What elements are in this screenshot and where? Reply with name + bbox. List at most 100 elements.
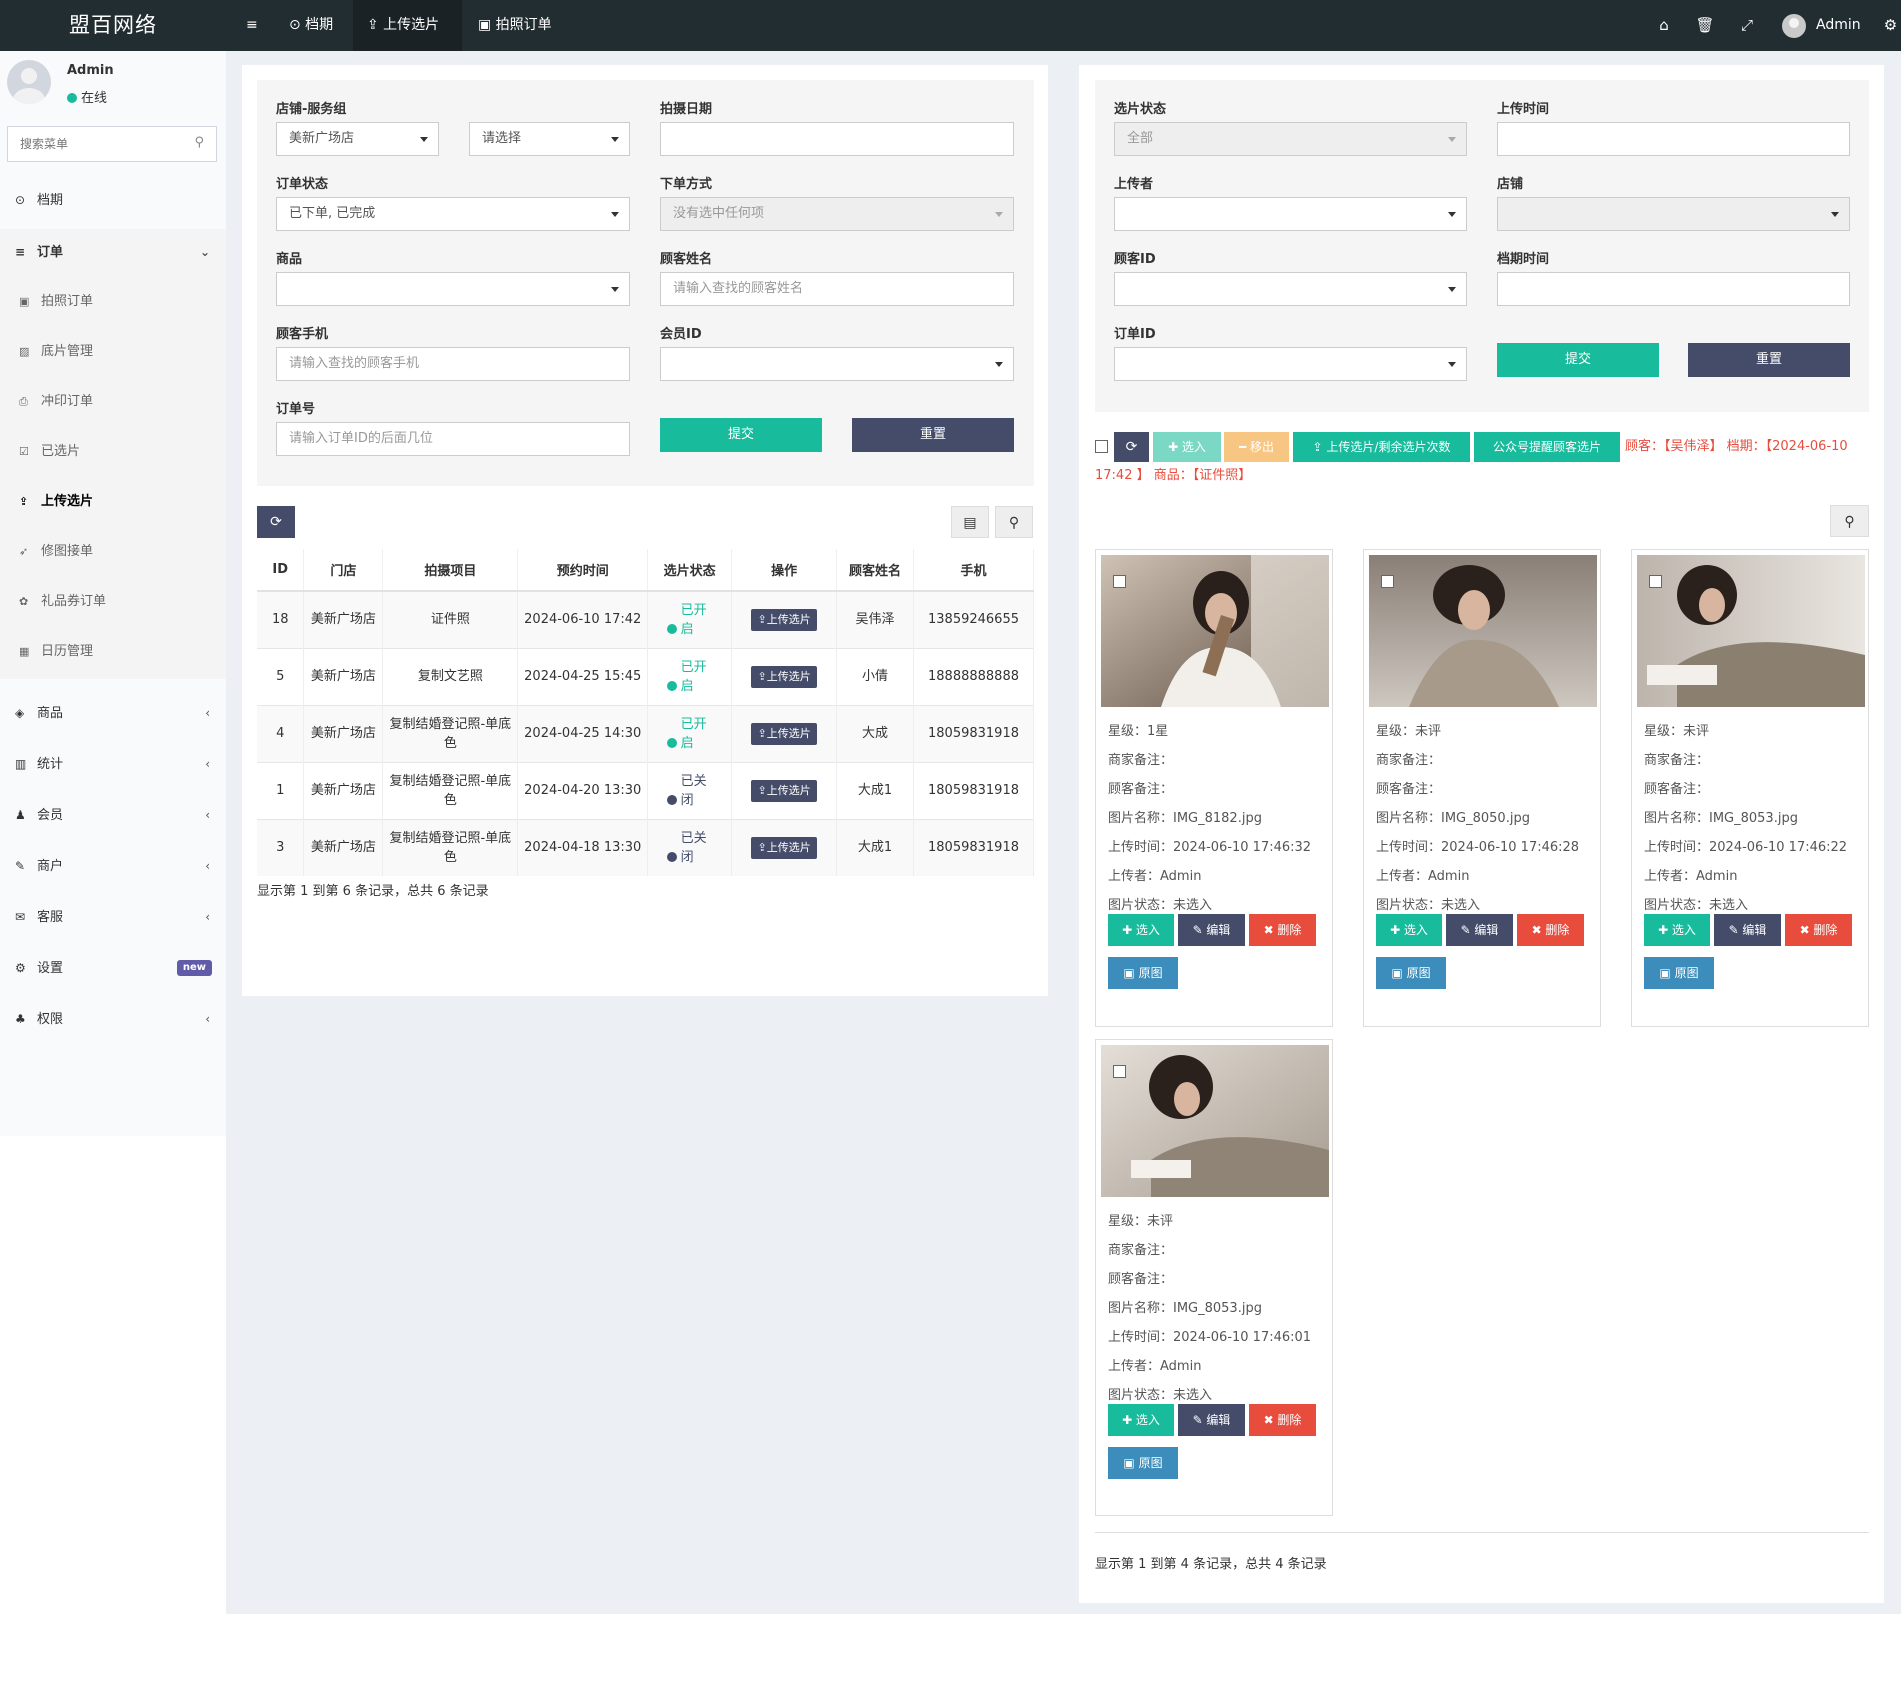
table-row[interactable]: 5 美新广场店 复制文艺照 2024-04-25 15:45 已开启 ⇪上传选片… (257, 647, 1035, 705)
sidebar-sub-print-orders[interactable]: ⎙ 冲印订单 (0, 379, 226, 425)
photo-original-button[interactable]: ▣ 原图 (1108, 957, 1178, 989)
col-phone[interactable]: 手机 (913, 549, 1035, 592)
sidebar-item-service[interactable]: ✉ 客服 ‹ (0, 894, 226, 940)
right-submit-button[interactable]: 提交 (1497, 343, 1659, 377)
shoot-date-input[interactable] (660, 122, 1014, 156)
photo-thumbnail[interactable] (1637, 555, 1865, 707)
photo-delete-button[interactable]: ✖ 删除 (1249, 1404, 1316, 1436)
group-select[interactable]: 请选择 (469, 122, 630, 156)
user-name-top[interactable]: Admin (1816, 0, 1861, 51)
nav-schedule[interactable]: ⊙ 档期 (275, 0, 347, 51)
search-icon[interactable]: ⚲ (194, 135, 204, 150)
nav-upload-select[interactable]: ⇪ 上传选片 (353, 0, 462, 51)
photo-checkbox[interactable] (1113, 575, 1126, 588)
photo-original-button[interactable]: ▣ 原图 (1644, 957, 1714, 989)
menu-search-box[interactable]: ⚲ (7, 126, 217, 162)
photo-thumbnail[interactable] (1101, 1045, 1329, 1197)
table-row[interactable]: 4 美新广场店 复制结婚登记照-单底色 2024-04-25 14:30 已开启… (257, 704, 1035, 762)
submit-button[interactable]: 提交 (660, 418, 822, 452)
sidebar-item-merchants[interactable]: ✎ 商户 ‹ (0, 843, 226, 889)
table-row[interactable]: 1 美新广场店 复制结婚登记照-单底色 2024-04-20 13:30 已关闭… (257, 761, 1035, 819)
col-status[interactable]: 选片状态 (647, 549, 733, 592)
upload-time-input[interactable] (1497, 122, 1850, 156)
upload-select-button[interactable]: ⇪上传选片 (751, 722, 817, 745)
photo-checkbox[interactable] (1381, 575, 1394, 588)
brand-logo[interactable]: 盟百网络 (0, 0, 226, 51)
order-status-select[interactable]: 已下单, 已完成 (276, 197, 630, 231)
photo-checkbox[interactable] (1649, 575, 1662, 588)
photo-thumbnail[interactable] (1101, 555, 1329, 707)
photo-edit-button[interactable]: ✎ 编辑 (1178, 1404, 1245, 1436)
col-time[interactable]: 预约时间 (517, 549, 649, 592)
col-action[interactable]: 操作 (731, 549, 838, 592)
customer-name-input[interactable]: 请输入查找的顾客姓名 (660, 272, 1014, 306)
sidebar-sub-retouch[interactable]: ➶ 修图接单 (0, 529, 226, 575)
photo-card[interactable]: 星级：1星 商家备注： 顾客备注： 图片名称：IMG_8182.jpg 上传时间… (1095, 549, 1333, 1027)
col-store[interactable]: 门店 (303, 549, 384, 592)
table-row[interactable]: 18 美新广场店 证件照 2024-06-10 17:42 已开启 ⇪上传选片 … (257, 590, 1035, 648)
member-id-select[interactable] (660, 347, 1014, 381)
table-row[interactable]: 3 美新广场店 复制结婚登记照-单底色 2024-04-18 13:30 已关闭… (257, 818, 1035, 876)
sidebar-item-products[interactable]: ◈ 商品 ‹ (0, 690, 226, 736)
product-select[interactable] (276, 272, 630, 306)
photo-original-button[interactable]: ▣ 原图 (1108, 1447, 1178, 1479)
photo-card[interactable]: 星级：未评 商家备注： 顾客备注： 图片名称：IMG_8053.jpg 上传时间… (1095, 1039, 1333, 1516)
sidebar-item-schedule[interactable]: ⊙ 档期 (0, 177, 226, 223)
phone-input[interactable]: 请输入查找的顾客手机 (276, 347, 630, 381)
photo-card[interactable]: 星级：未评 商家备注： 顾客备注： 图片名称：IMG_8050.jpg 上传时间… (1363, 549, 1601, 1027)
settings-gear-icon[interactable]: ⚙ (1880, 0, 1901, 51)
col-project[interactable]: 拍摄项目 (382, 549, 519, 592)
nav-photo-orders[interactable]: ▣ 拍照订单 (464, 0, 566, 51)
schedule-time-input[interactable] (1497, 272, 1850, 306)
sidebar-item-settings[interactable]: ⚙ 设置 new (0, 945, 226, 991)
photo-delete-button[interactable]: ✖ 删除 (1517, 914, 1584, 946)
photo-select-button[interactable]: ✚ 选入 (1644, 914, 1710, 946)
sidebar-sub-gift-orders[interactable]: ✿ 礼品券订单 (0, 579, 226, 625)
order-method-select[interactable]: 没有选中任何项 (660, 197, 1014, 231)
photo-delete-button[interactable]: ✖ 删除 (1249, 914, 1316, 946)
sidebar-toggle-icon[interactable]: ≡ (232, 0, 272, 51)
avatar[interactable] (1782, 14, 1806, 38)
upload-select-button[interactable]: ⇪上传选片 (751, 608, 817, 631)
col-id[interactable]: ID (257, 549, 305, 592)
uploader-select[interactable] (1114, 197, 1467, 231)
right-store-select[interactable] (1497, 197, 1850, 231)
photo-edit-button[interactable]: ✎ 编辑 (1714, 914, 1781, 946)
customer-id-select[interactable] (1114, 272, 1467, 306)
photo-select-button[interactable]: ✚ 选入 (1376, 914, 1442, 946)
sidebar-sub-upload-select[interactable]: ⇪ 上传选片 (0, 479, 226, 525)
sidebar-item-orders[interactable]: ≡ 订单 ⌄ (0, 229, 226, 275)
order-id-select[interactable] (1114, 347, 1467, 381)
store-select[interactable]: 美新广场店 (276, 122, 439, 156)
reset-button[interactable]: 重置 (852, 418, 1014, 452)
fullscreen-icon[interactable]: ⤢ (1735, 0, 1759, 51)
photo-original-button[interactable]: ▣ 原图 (1376, 957, 1446, 989)
search-icon[interactable]: ⚲ (1830, 505, 1869, 537)
upload-select-button[interactable]: ⇪上传选片 (751, 779, 817, 802)
sidebar-sub-selected[interactable]: ☑ 已选片 (0, 429, 226, 475)
refresh-icon[interactable]: ⟳ (257, 506, 295, 538)
sidebar-sub-calendar[interactable]: ▦ 日历管理 (0, 629, 226, 675)
col-customer[interactable]: 顾客姓名 (836, 549, 914, 592)
photo-thumbnail[interactable] (1369, 555, 1597, 707)
home-icon[interactable]: ⌂ (1652, 0, 1676, 51)
photo-card[interactable]: 星级：未评 商家备注： 顾客备注： 图片名称：IMG_8053.jpg 上传时间… (1631, 549, 1869, 1027)
upload-select-button[interactable]: ⇪上传选片 (751, 665, 817, 688)
sidebar-item-members[interactable]: ♟ 会员 ‹ (0, 792, 226, 838)
select-status-select[interactable]: 全部 (1114, 122, 1467, 156)
right-reset-button[interactable]: 重置 (1688, 343, 1850, 377)
sidebar-item-permissions[interactable]: ♣ 权限 ‹ (0, 996, 226, 1042)
sidebar-sub-photo-orders[interactable]: ▣ 拍照订单 (0, 279, 226, 325)
sidebar-sub-negatives[interactable]: ▨ 底片管理 (0, 329, 226, 375)
photo-select-button[interactable]: ✚ 选入 (1108, 1404, 1174, 1436)
trash-icon[interactable]: 🗑 (1693, 0, 1717, 51)
order-no-input[interactable]: 请输入订单ID的后面几位 (276, 422, 630, 456)
photo-checkbox[interactable] (1113, 1065, 1126, 1078)
columns-icon[interactable]: ▤ (951, 506, 989, 538)
sidebar-item-stats[interactable]: ▥ 统计 ‹ (0, 741, 226, 787)
photo-edit-button[interactable]: ✎ 编辑 (1446, 914, 1513, 946)
photo-delete-button[interactable]: ✖ 删除 (1785, 914, 1852, 946)
photo-edit-button[interactable]: ✎ 编辑 (1178, 914, 1245, 946)
upload-select-button[interactable]: ⇪上传选片 (751, 836, 817, 859)
photo-select-button[interactable]: ✚ 选入 (1108, 914, 1174, 946)
